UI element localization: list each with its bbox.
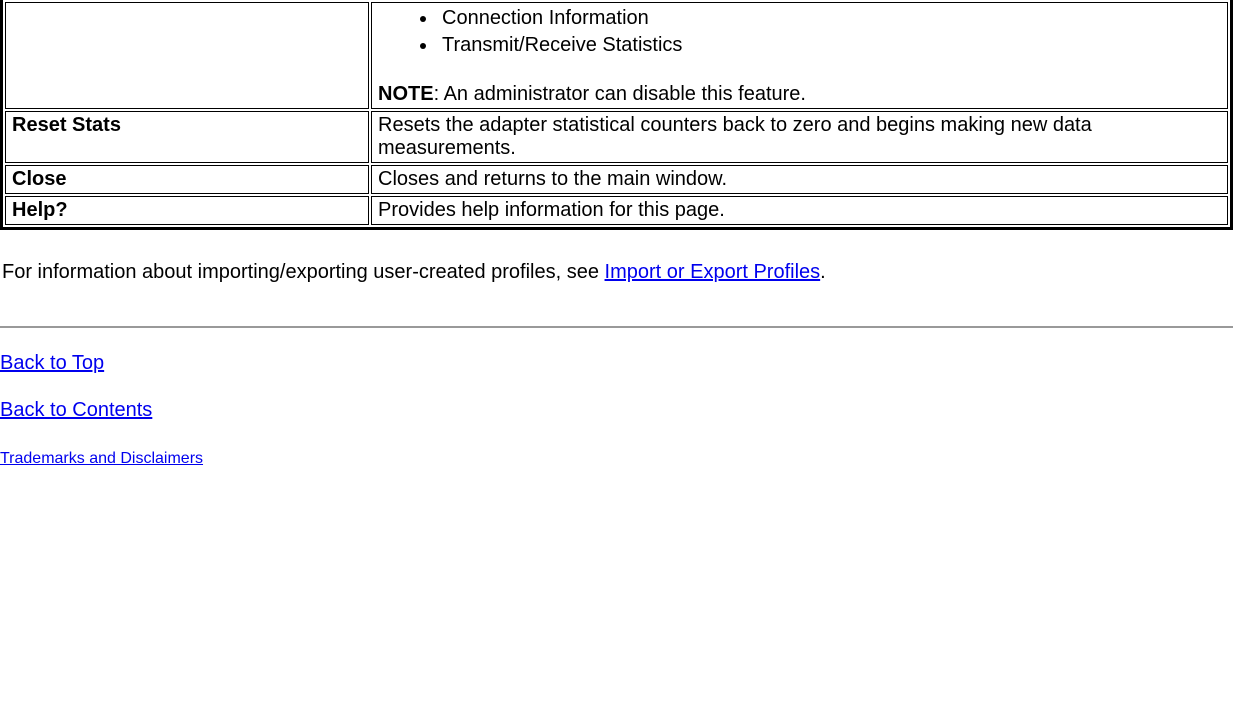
desc-cell-reset: Resets the adapter statistical counters … [371, 111, 1228, 163]
bullet-list: Connection Information Transmit/Receive … [378, 5, 1221, 59]
note-line: NOTE: An administrator can disable this … [378, 83, 1221, 106]
import-export-link[interactable]: Import or Export Profiles [605, 261, 821, 283]
label-cell-reset: Reset Stats [5, 111, 369, 163]
label-cell-close: Close [5, 165, 369, 194]
note-label: NOTE [378, 83, 434, 105]
divider [0, 326, 1233, 328]
table-row: Help? Provides help information for this… [5, 196, 1228, 225]
table-row: Close Closes and returns to the main win… [5, 165, 1228, 194]
back-to-contents-link[interactable]: Back to Contents [0, 399, 1233, 422]
feature-table: Connection Information Transmit/Receive … [0, 0, 1233, 230]
table-row: Connection Information Transmit/Receive … [5, 2, 1228, 109]
desc-cell-notes: Connection Information Transmit/Receive … [371, 2, 1228, 109]
trademarks-link[interactable]: Trademarks and Disclaimers [0, 450, 1233, 468]
paragraph-prefix: For information about importing/exportin… [2, 261, 605, 283]
label-cell-help: Help? [5, 196, 369, 225]
import-export-paragraph: For information about importing/exportin… [2, 258, 1229, 286]
back-to-top-link[interactable]: Back to Top [0, 352, 1233, 375]
desc-cell-help: Provides help information for this page. [371, 196, 1228, 225]
label-cell-empty [5, 2, 369, 109]
paragraph-suffix: . [820, 261, 826, 283]
note-text: : An administrator can disable this feat… [434, 83, 806, 105]
list-item: Transmit/Receive Statistics [438, 32, 1221, 59]
list-item: Connection Information [438, 5, 1221, 32]
desc-cell-close: Closes and returns to the main window. [371, 165, 1228, 194]
table-row: Reset Stats Resets the adapter statistic… [5, 111, 1228, 163]
